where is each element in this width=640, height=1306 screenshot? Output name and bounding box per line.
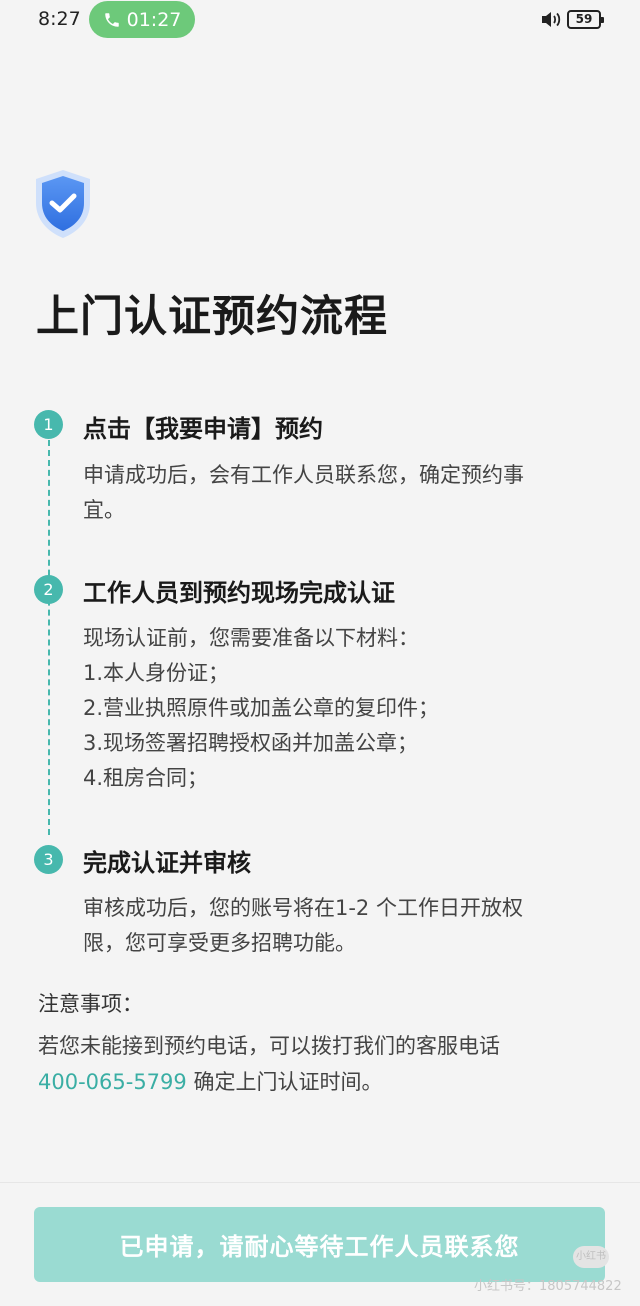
phone-icon xyxy=(104,12,119,27)
battery-icon: 59 xyxy=(567,10,604,29)
step-3-line: 审核成功后，您的账号将在1-2 个工作日开放权 xyxy=(83,896,523,920)
step-number-1: 1 xyxy=(34,410,63,439)
notice-text-after: 确定上门认证时间。 xyxy=(186,1070,383,1094)
page: 8:27 01:27 59 上门认证预约流程 1 点击【我要申请】预约 申请成功… xyxy=(0,0,640,1306)
notice-text: 若您未能接到预约电话，可以拨打我们的客服电话 xyxy=(38,1034,500,1058)
step-2-line: 1.本人身份证； xyxy=(83,661,230,685)
call-duration: 01:27 xyxy=(126,8,182,31)
ongoing-call-pill[interactable]: 01:27 xyxy=(89,1,195,38)
step-1-line: 申请成功后，会有工作人员联系您，确定预约事 xyxy=(83,463,524,487)
step-body-3: 审核成功后，您的账号将在1-2 个工作日开放权 限，您可享受更多招聘功能。 xyxy=(83,891,603,961)
step-body-1: 申请成功后，会有工作人员联系您，确定预约事 宜。 xyxy=(83,458,603,528)
step-number-2: 2 xyxy=(34,575,63,604)
step-2-line: 现场认证前，您需要准备以下材料： xyxy=(83,626,419,650)
notice-title: 注意事项： xyxy=(38,992,143,1016)
status-time: 8:27 xyxy=(38,8,81,30)
step-2-line: 2.营业执照原件或加盖公章的复印件； xyxy=(83,696,440,720)
step-title-1: 点击【我要申请】预约 xyxy=(83,415,323,443)
step-2-line: 4.租房合同； xyxy=(83,766,209,790)
applied-status-button[interactable]: 已申请，请耐心等待工作人员联系您 xyxy=(34,1207,605,1282)
step-1-line: 宜。 xyxy=(83,498,125,522)
customer-service-phone-link[interactable]: 400-065-5799 xyxy=(38,1070,187,1094)
battery-level: 59 xyxy=(575,12,593,26)
page-title: 上门认证预约流程 xyxy=(36,292,388,342)
step-body-2: 现场认证前，您需要准备以下材料： 1.本人身份证； 2.营业执照原件或加盖公章的… xyxy=(83,621,603,796)
watermark-text: 小红书号：1805744822 xyxy=(474,1279,622,1294)
step-title-2: 工作人员到预约现场完成认证 xyxy=(83,579,395,607)
step-number-3: 3 xyxy=(34,845,63,874)
watermark-badge: 小红书 xyxy=(573,1246,609,1268)
notice-body: 若您未能接到预约电话，可以拨打我们的客服电话 400-065-5799 确定上门… xyxy=(38,1028,603,1100)
timeline-line xyxy=(48,440,50,835)
step-2-line: 3.现场签署招聘授权函并加盖公章； xyxy=(83,731,419,755)
step-title-3: 完成认证并审核 xyxy=(83,849,251,877)
footer-divider xyxy=(0,1182,640,1183)
step-3-line: 限，您可享受更多招聘功能。 xyxy=(83,931,356,955)
status-bar: 8:27 01:27 59 xyxy=(0,0,640,40)
shield-check-icon xyxy=(36,170,90,238)
speaker-icon xyxy=(542,12,561,27)
